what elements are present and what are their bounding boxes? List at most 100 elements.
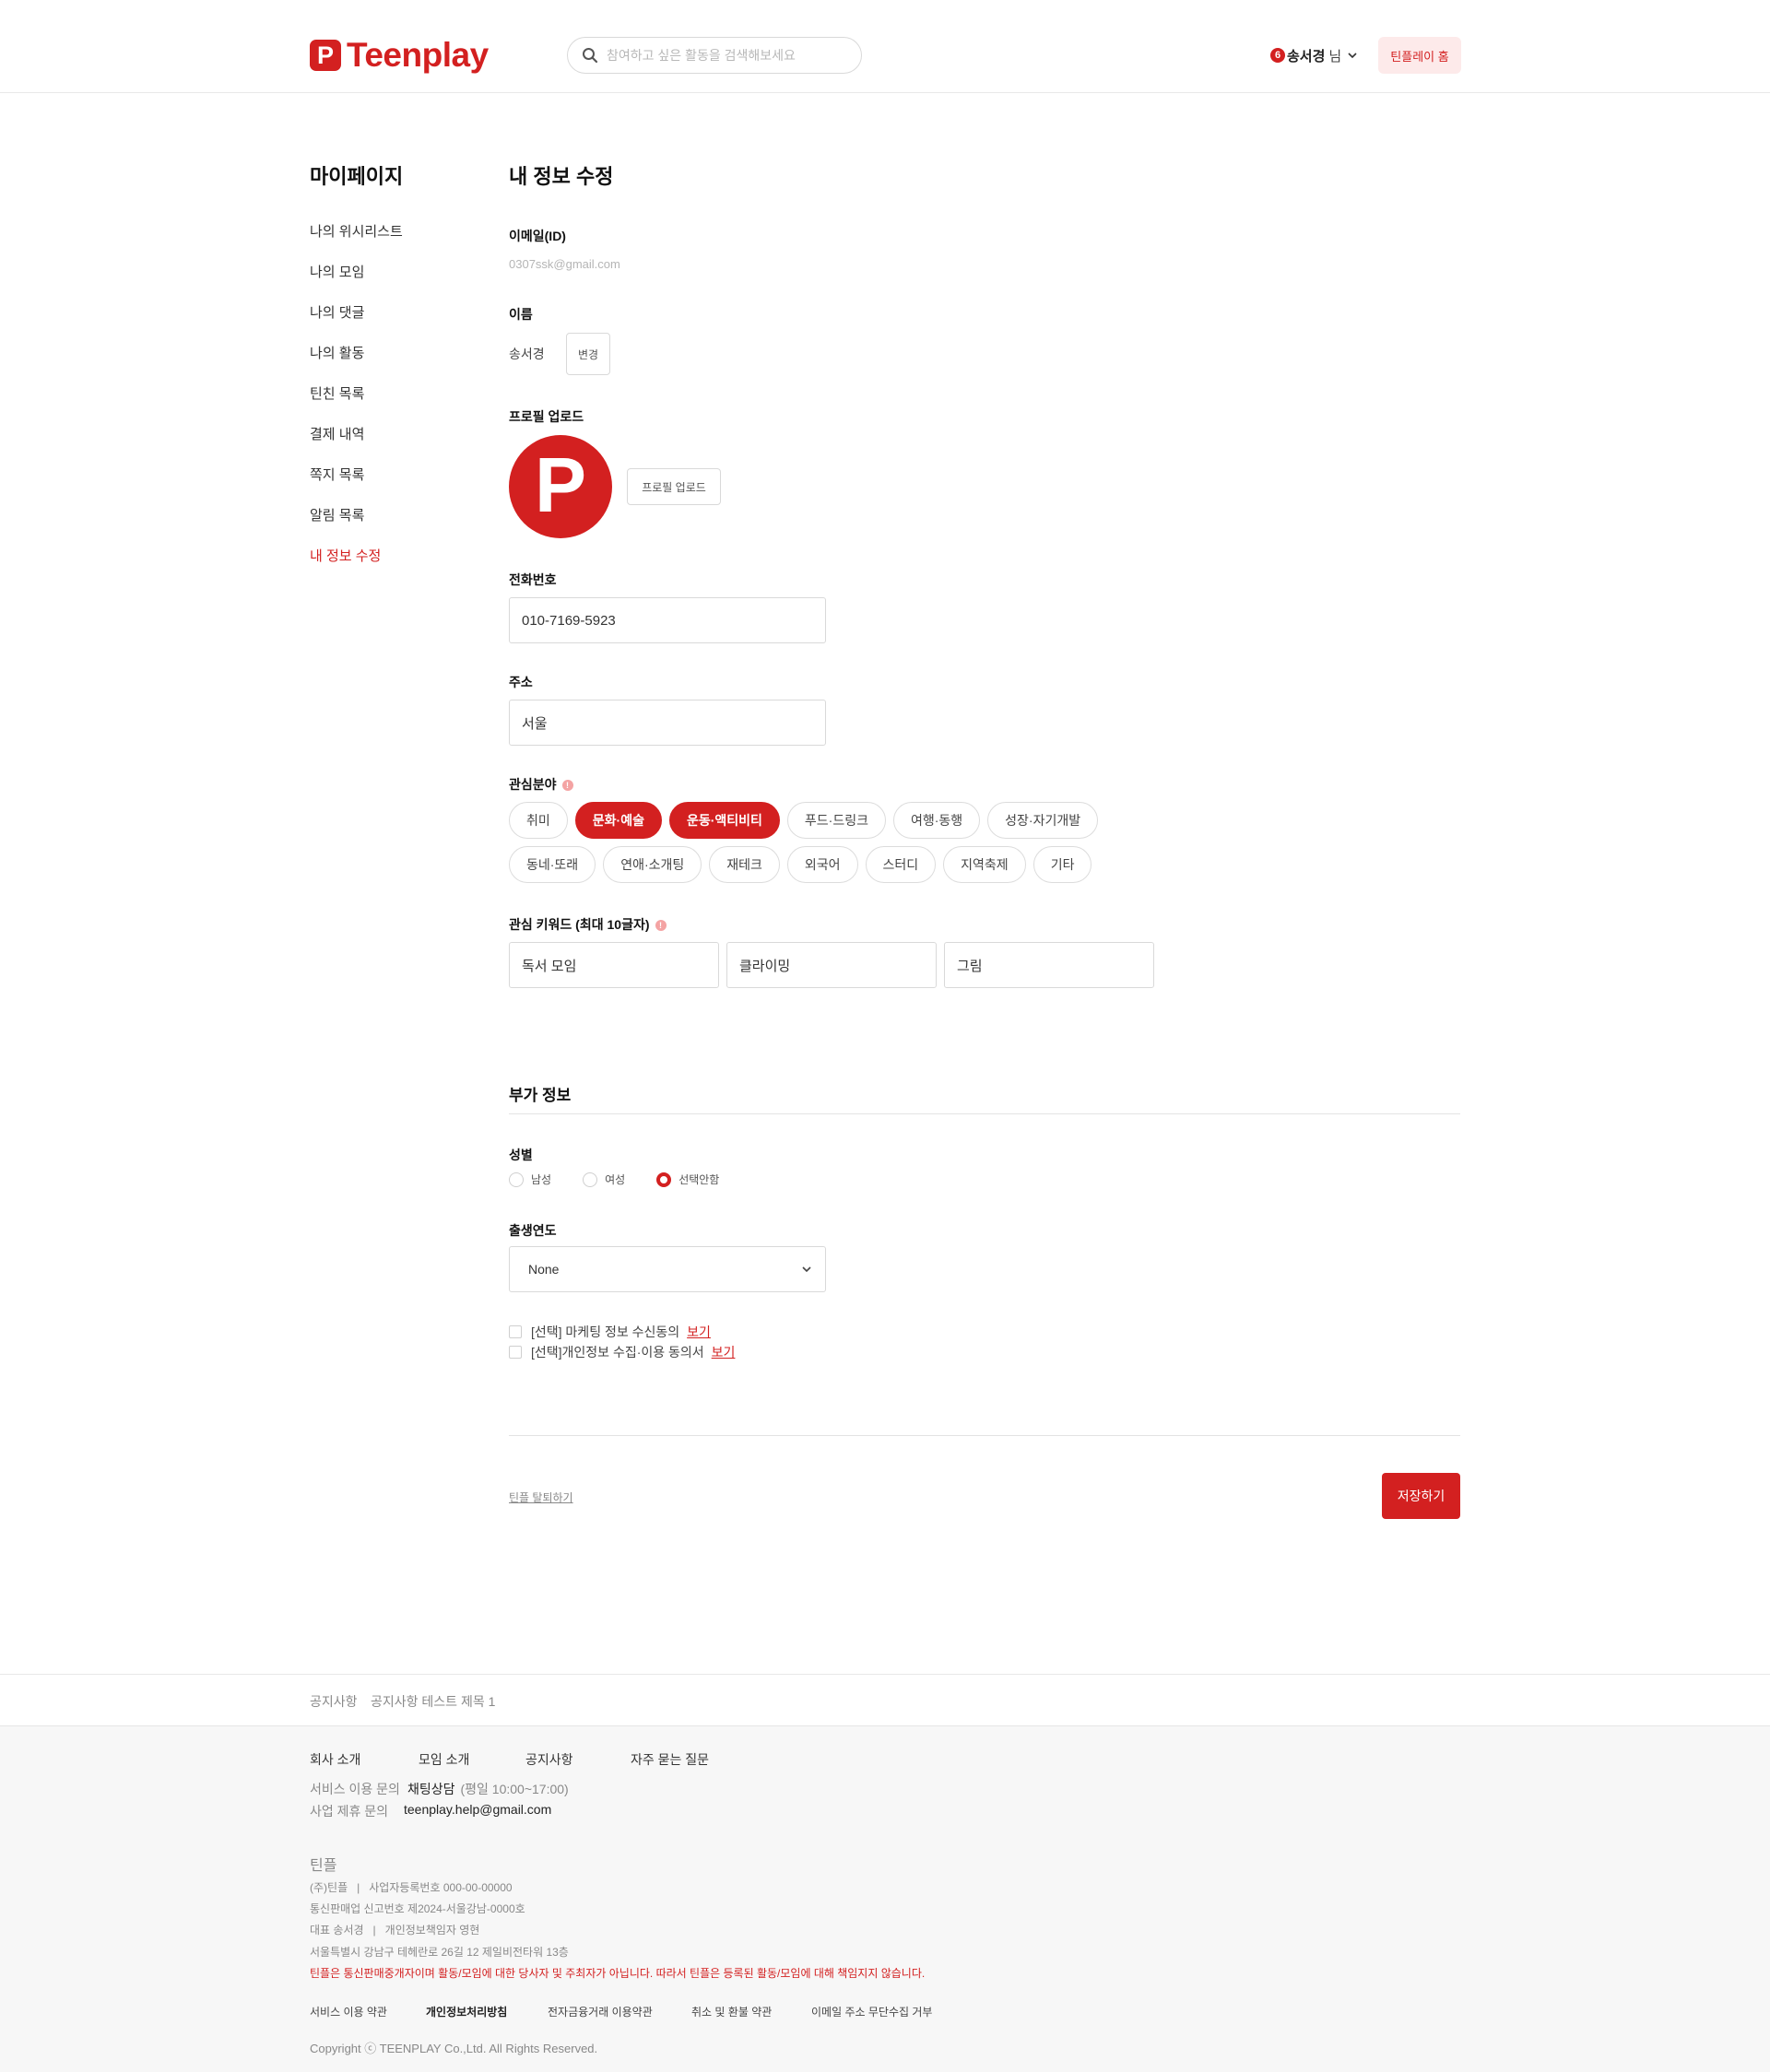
notification-badge: 6 — [1270, 48, 1285, 63]
teenplay-logo[interactable]: P Teenplay — [310, 35, 489, 76]
sidebar-item[interactable]: 틴친 목록 — [310, 385, 403, 426]
service-contact-label: 서비스 이용 문의 — [310, 1782, 400, 1796]
policy-link-email-refusal[interactable]: 이메일 주소 무단수집 거부 — [811, 2004, 932, 2019]
interest-chip[interactable]: 스터디 — [865, 846, 937, 883]
company-info-line: 서울특별시 강남구 테헤란로 26길 12 제일비전타워 13층 — [310, 1946, 569, 1959]
save-button[interactable]: 저장하기 — [1382, 1473, 1460, 1519]
phone-input[interactable] — [509, 597, 826, 643]
email-label: 이메일(ID) — [509, 229, 566, 243]
profile-upload-button[interactable]: 프로필 업로드 — [627, 468, 721, 505]
footer-link-company[interactable]: 회사 소개 — [310, 1750, 419, 1769]
extra-info-title: 부가 정보 — [509, 1087, 572, 1104]
policy-link-refund[interactable]: 취소 및 환불 약관 — [691, 2004, 811, 2019]
gender-option[interactable]: 선택안함 — [656, 1171, 719, 1187]
teenplay-home-button[interactable]: 틴플레이 홈 — [1378, 37, 1461, 74]
info-icon[interactable]: ! — [655, 920, 667, 932]
gender-option[interactable]: 남성 — [509, 1171, 551, 1187]
footer-links: 회사 소개 모임 소개 공지사항 자주 묻는 질문 — [310, 1750, 709, 1769]
interest-chip[interactable]: 취미 — [509, 802, 568, 839]
logo-text: Teenplay — [347, 36, 489, 74]
company-info-line: 대표 송서경 | 개인정보책임자 영현 — [310, 1924, 480, 1937]
section-divider — [509, 1113, 1460, 1114]
policy-link-privacy[interactable]: 개인정보처리방침 — [426, 2004, 548, 2019]
interest-chip-row: 동네·또래 연애·소개팅 재테크 외국어 스터디 지역축제 기타 — [509, 846, 1210, 883]
form-bottom-divider — [509, 1435, 1460, 1436]
birth-year-select[interactable]: None — [509, 1246, 826, 1292]
disclaimer: 틴플은 통신판매중개자이며 활동/모임에 대한 당사자 및 주최자가 아닙니다.… — [310, 1967, 926, 1980]
privacy-consent-label: [선택]개인정보 수집·이용 동의서 — [531, 1345, 704, 1360]
service-contact: 서비스 이용 문의 채팅상담 (평일 10:00~17:00) — [310, 1780, 569, 1798]
page-title: 내 정보 수정 — [509, 165, 614, 188]
radio-button[interactable] — [656, 1171, 672, 1187]
footer-link-faq[interactable]: 자주 묻는 질문 — [631, 1750, 709, 1769]
notice-label: 공지사항 — [310, 1694, 358, 1709]
keyword-input-1[interactable] — [509, 942, 719, 988]
chevron-down-icon — [802, 1266, 811, 1273]
gender-option-label: 여성 — [605, 1173, 626, 1186]
sidebar-item[interactable]: 나의 댓글 — [310, 304, 403, 345]
sidebar-item[interactable]: 나의 위시리스트 — [310, 223, 403, 264]
chevron-down-icon[interactable] — [1347, 50, 1358, 61]
privacy-consent-checkbox[interactable] — [509, 1346, 522, 1359]
keyword-label-text: 관심 키워드 (최대 10글자) — [509, 917, 650, 932]
policy-link-terms[interactable]: 서비스 이용 약관 — [310, 2004, 426, 2019]
sidebar-item[interactable]: 나의 활동 — [310, 345, 403, 385]
gender-label: 성별 — [509, 1148, 533, 1162]
service-hours: (평일 10:00~17:00) — [460, 1782, 569, 1796]
email-value: 0307ssk@gmail.com — [509, 257, 620, 271]
marketing-consent-view-link[interactable]: 보기 — [687, 1323, 711, 1341]
user-menu[interactable]: 6 송서경 님 — [1270, 44, 1358, 66]
gender-option[interactable]: 여성 — [583, 1171, 625, 1187]
avatar-letter: P — [534, 441, 587, 528]
sidebar-nav: 나의 위시리스트 나의 모임 나의 댓글 나의 활동 틴친 목록 결제 내역 쪽지 목록 알림… — [310, 223, 403, 588]
interest-chip[interactable]: 운동·액티비티 — [668, 802, 780, 839]
privacy-consent: [선택]개인정보 수집·이용 동의서 보기 — [509, 1343, 735, 1361]
company-info-line: (주)틴플 | 사업자등록번호 000-00-00000 — [310, 1881, 513, 1894]
business-contact-label: 사업 제휴 문의 — [310, 1804, 389, 1819]
profile-upload-label: 프로필 업로드 — [509, 409, 584, 424]
notice-link[interactable]: 공지사항 테스트 제목 1 — [371, 1692, 495, 1711]
interest-chip[interactable]: 성장·자기개발 — [987, 802, 1099, 839]
sidebar-item[interactable]: 내 정보 수정 — [310, 547, 403, 588]
policy-link-e-finance[interactable]: 전자금융거래 이용약관 — [548, 2004, 691, 2019]
interest-chip[interactable]: 문화·예술 — [574, 802, 662, 839]
sidebar-item[interactable]: 쪽지 목록 — [310, 466, 403, 507]
interest-chip[interactable]: 기타 — [1032, 846, 1092, 883]
sidebar-item[interactable]: 나의 모임 — [310, 264, 403, 304]
radio-button[interactable] — [509, 1171, 524, 1187]
radio-button[interactable] — [583, 1171, 598, 1187]
footer-link-meetings[interactable]: 모임 소개 — [419, 1750, 525, 1769]
gender-radio-group: 남성 여성 선택안함 — [509, 1171, 750, 1187]
interest-chip[interactable]: 외국어 — [786, 846, 858, 883]
keyword-input-3[interactable] — [944, 942, 1154, 988]
chat-consult-link[interactable]: 채팅상담 — [407, 1780, 455, 1798]
interest-chip[interactable]: 지역축제 — [943, 846, 1026, 883]
sidebar-item[interactable]: 결제 내역 — [310, 426, 403, 466]
business-contact: 사업 제휴 문의 teenplay.help@gmail.com — [310, 1802, 551, 1820]
name-change-button[interactable]: 변경 — [566, 333, 610, 375]
interest-chip[interactable]: 연애·소개팅 — [603, 846, 702, 883]
interest-chip[interactable]: 여행·동행 — [892, 802, 981, 839]
sidebar-item[interactable]: 알림 목록 — [310, 507, 403, 547]
interest-chip[interactable]: 재테크 — [709, 846, 780, 883]
info-icon[interactable]: ! — [561, 780, 573, 792]
marketing-consent-checkbox[interactable] — [509, 1325, 522, 1338]
logo-mark: P — [310, 40, 341, 71]
search-icon[interactable] — [581, 46, 599, 65]
interest-label: 관심분야! — [509, 775, 573, 794]
footer-link-notice[interactable]: 공지사항 — [525, 1750, 631, 1769]
address-label: 주소 — [509, 675, 533, 689]
keyword-label: 관심 키워드 (최대 10글자)! — [509, 915, 667, 934]
company-name: 틴플 — [310, 1858, 337, 1874]
interest-chip[interactable]: 동네·또래 — [509, 846, 596, 883]
search-input[interactable] — [607, 48, 837, 63]
interest-chip[interactable]: 푸드·드링크 — [786, 802, 886, 839]
notice-bar: 공지사항 공지사항 테스트 제목 1 — [0, 1674, 1770, 1725]
name-value: 송서경 — [509, 347, 545, 361]
withdraw-link[interactable]: 틴플 탈퇴하기 — [509, 1489, 573, 1505]
privacy-consent-view-link[interactable]: 보기 — [712, 1343, 736, 1361]
site-footer: 회사 소개 모임 소개 공지사항 자주 묻는 질문 서비스 이용 문의 채팅상담… — [0, 1725, 1770, 2072]
address-input[interactable] — [509, 700, 826, 746]
search-bar[interactable] — [567, 37, 862, 74]
keyword-input-2[interactable] — [726, 942, 937, 988]
